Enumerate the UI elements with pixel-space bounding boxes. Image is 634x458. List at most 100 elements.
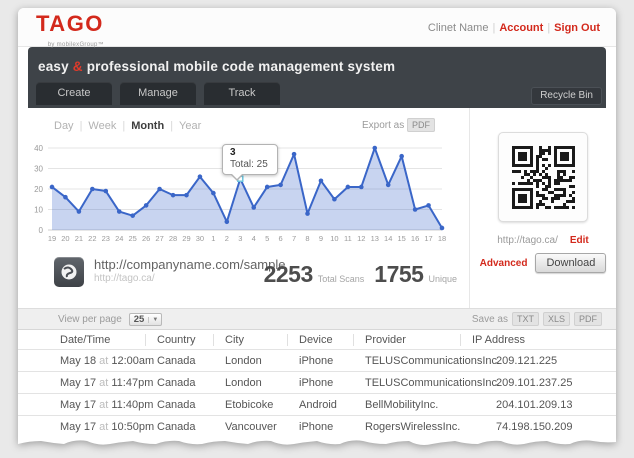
cell-country: Canada [157, 420, 196, 433]
export-as-label: Export as [361, 120, 405, 131]
svg-text:12: 12 [357, 234, 365, 243]
cell-country: Canada [157, 398, 196, 411]
column-header: IP Address [460, 333, 616, 346]
qr-advanced-link[interactable]: Advanced [480, 258, 528, 269]
table-header: Date/Time Country City Device Provider IP Add… [18, 330, 616, 349]
cell-provider: BellMobilityInc. [365, 398, 439, 411]
svg-text:3: 3 [238, 234, 242, 243]
chart-area: 0 10 20 30 40 19 20 21 22 23 24 25 26 27 28 29 30 1 2 3 4 5 6 7… [18, 138, 469, 250]
client-name: Clinet Name [427, 22, 489, 34]
qr-code-box [498, 132, 588, 222]
svg-text:14: 14 [384, 234, 392, 243]
campaign-url[interactable]: http://companyname.com/sample [94, 257, 285, 272]
svg-text:28: 28 [169, 234, 177, 243]
account-link[interactable]: Account [499, 22, 543, 34]
svg-text:21: 21 [75, 234, 83, 243]
tab-create[interactable]: Create [36, 82, 112, 105]
banner-title: easy & professional mobile code manageme… [38, 59, 396, 74]
cell-device: Android [299, 398, 337, 411]
svg-text:27: 27 [155, 234, 163, 243]
tooltip-value: Total: 25 [230, 159, 268, 170]
svg-text:15: 15 [397, 234, 405, 243]
cell-city: London [225, 354, 262, 367]
unique-scans-label: Unique [428, 274, 457, 284]
range-month[interactable]: Month [131, 120, 164, 132]
qr-code [511, 145, 575, 209]
cell-device: iPhone [299, 420, 334, 433]
recycle-bin-button[interactable]: Recycle Bin [531, 87, 602, 105]
tab-bar-tabs: Create Manage Track [36, 82, 288, 105]
cell-provider: TELUSCommunicationsInc. [365, 354, 501, 367]
top-header: TAGO by mobilexGroup™ Clinet Name | Accoun… [18, 8, 616, 48]
table-row[interactable]: May 18 at 12:00am Canada London iPhone TELUS… [18, 349, 616, 371]
scan-stats: 2253 Total Scans 1755 Unique [264, 261, 457, 288]
svg-text:5: 5 [265, 234, 269, 243]
cell-datetime: May 17 at 10:50pm [60, 420, 155, 433]
range-week[interactable]: Week [88, 120, 116, 132]
cell-device: iPhone [299, 376, 334, 389]
cell-ip: 209.101.237.25 [496, 376, 573, 389]
cell-provider: TELUSCommunicationsInc. [365, 376, 501, 389]
column-header: Provider [353, 333, 472, 346]
cell-country: Canada [157, 354, 196, 367]
qr-edit-link[interactable]: Edit [570, 235, 589, 246]
svg-text:30: 30 [34, 165, 43, 174]
dark-banner-block: easy & professional mobile code manageme… [28, 47, 606, 108]
cell-city: London [225, 376, 262, 389]
page-size-select[interactable]: 25 ▼ [128, 313, 163, 326]
tracking-content: Day | Week | Month | Year Export as PDF 0 10 20 3… [18, 108, 616, 308]
svg-text:17: 17 [424, 234, 432, 243]
export-pdf-button[interactable]: PDF [407, 118, 435, 132]
table-row[interactable]: May 17 at 10:50pm Canada Vancouver iPhone Ro… [18, 415, 616, 437]
svg-text:10: 10 [330, 234, 338, 243]
save-as-label: Save as [471, 313, 508, 325]
table-row[interactable]: May 17 at 11:40pm Canada Etobicoke Android B… [18, 393, 616, 415]
table-body: May 18 at 12:00am Canada London iPhone TELUS… [18, 349, 616, 437]
tab-track[interactable]: Track [204, 82, 280, 105]
cell-ip: 209.121.225 [496, 354, 558, 367]
range-year[interactable]: Year [179, 120, 201, 132]
signout-link[interactable]: Sign Out [554, 22, 600, 34]
qr-panel: http://tago.ca/Edit Advanced Download [469, 108, 616, 308]
banner-ampersand: & [72, 59, 83, 74]
svg-text:4: 4 [252, 234, 256, 243]
cell-ip: 204.101.209.13 [496, 398, 573, 411]
svg-text:22: 22 [88, 234, 96, 243]
cell-city: Vancouver [225, 420, 277, 433]
tab-bar: Create Manage Track Recycle Bin [28, 82, 606, 108]
save-as-xls[interactable]: XLS [542, 312, 570, 326]
svg-text:20: 20 [34, 185, 43, 194]
chart-filter-row: Day | Week | Month | Year Export as PDF [18, 118, 469, 136]
campaign-short-url: http://tago.ca/ [94, 273, 155, 284]
save-as-pdf[interactable]: PDF [574, 312, 602, 326]
tab-manage[interactable]: Manage [120, 82, 196, 105]
svg-text:10: 10 [34, 206, 43, 215]
table-row[interactable]: May 17 at 11:47pm Canada London iPhone TELUS… [18, 371, 616, 393]
svg-text:6: 6 [279, 234, 283, 243]
cell-ip: 74.198.150.209 [496, 420, 573, 433]
svg-text:8: 8 [305, 234, 309, 243]
svg-text:1: 1 [211, 234, 215, 243]
total-scans-label: Total Scans [317, 274, 365, 284]
cell-device: iPhone [299, 354, 334, 367]
torn-edge-path [18, 436, 616, 445]
qr-url-row: http://tago.ca/Edit [470, 235, 616, 246]
qr-download-button[interactable]: Download [535, 253, 607, 273]
table-toolbar: View per page 25 ▼ Save as TXT XLS PDF [18, 308, 616, 330]
export-group: Export as PDF [361, 118, 435, 132]
view-per-page-label: View per page [58, 314, 122, 325]
chevron-down-icon: ▼ [148, 316, 161, 323]
tago-logo[interactable]: TAGO by mobilexGroup™ [36, 13, 104, 56]
qr-actions-row: Advanced Download [470, 253, 616, 273]
view-per-page-group: View per page 25 ▼ [58, 313, 163, 326]
range-day[interactable]: Day [54, 120, 74, 132]
svg-text:11: 11 [344, 234, 352, 243]
range-filters: Day | Week | Month | Year [54, 120, 201, 132]
save-format-buttons: TXT XLS PDF [508, 312, 602, 326]
svg-text:19: 19 [48, 234, 56, 243]
cell-datetime: May 17 at 11:47pm [60, 376, 154, 389]
column-header: Date/Time [60, 333, 111, 346]
unique-scans-value: 1755 [374, 261, 424, 287]
save-as-txt[interactable]: TXT [511, 312, 539, 326]
svg-text:16: 16 [411, 234, 419, 243]
